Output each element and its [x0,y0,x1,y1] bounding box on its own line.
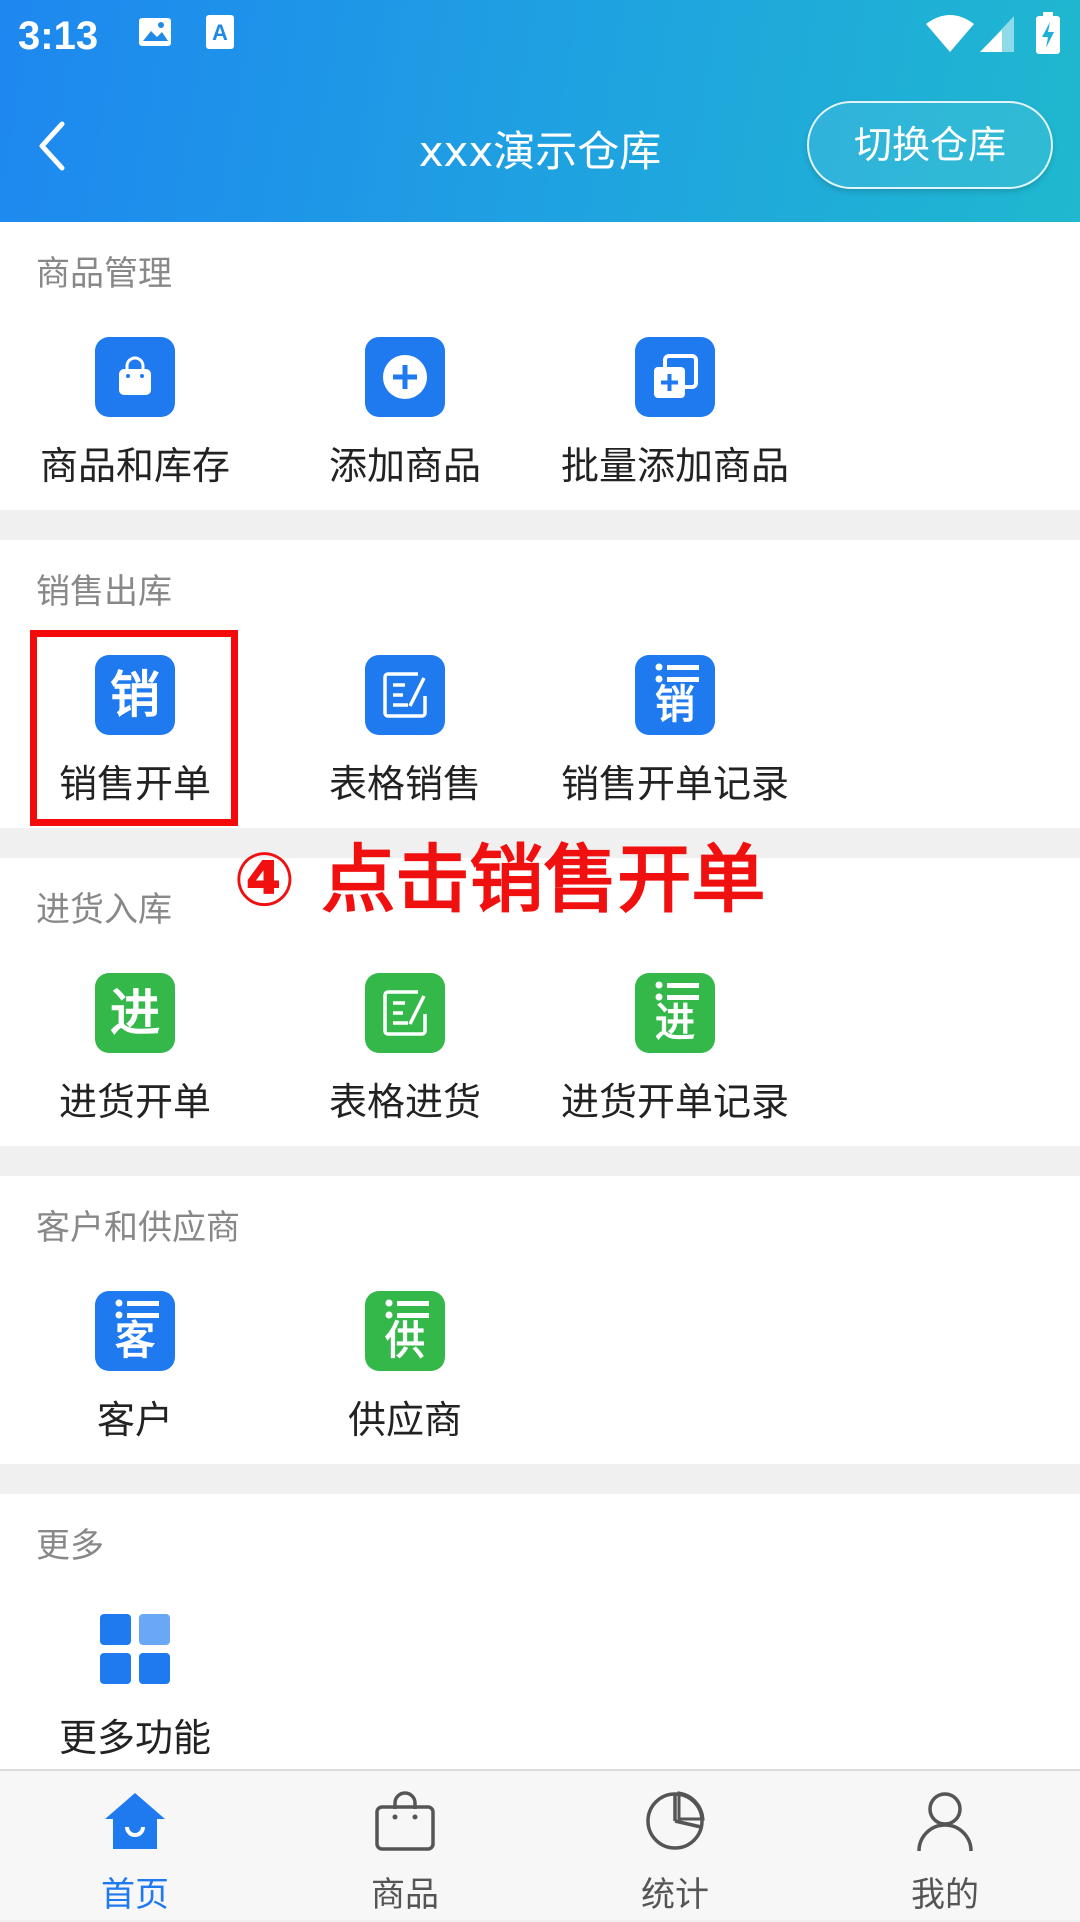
wifi-icon [926,15,974,52]
image-notification-icon [139,18,171,46]
section-goods-management: 商品管理 商品和库存 添加商品 批量添加商品 [0,222,1080,510]
add-circle-icon [365,337,445,417]
tile-label: 进货开单记录 [560,1080,789,1124]
section-title: 销售出库 [36,572,172,612]
switch-warehouse-button[interactable]: 切换仓库 [807,101,1053,189]
more-functions-button[interactable]: 更多功能 [0,1609,270,1779]
purchase-order-button[interactable]: 进 进货开单 [0,973,270,1143]
section-customers-suppliers: 客户和供应商 客 客户 供 供应商 [0,1176,1080,1464]
home-icon [105,1793,165,1849]
tab-label: 商品 [371,1875,439,1915]
app-header: 3:13 A xxx演示仓库 切换仓库 [0,0,1080,222]
purchase-order-icon: 进 [95,973,175,1053]
batch-add-goods-button[interactable]: 批量添加商品 [540,337,810,507]
status-time: 3:13 [18,14,99,58]
supplier-icon: 供 [365,1291,445,1371]
tab-label: 首页 [101,1875,169,1915]
tab-statistics[interactable]: 统计 [540,1771,810,1922]
annotation-text: ④ 点击销售开单 [233,837,766,923]
supplier-button[interactable]: 供 供应商 [270,1291,540,1461]
bag-icon [375,1791,435,1851]
tile-label: 客户 [96,1398,173,1442]
app-notification-icon: A [206,15,234,49]
table-sales-button[interactable]: 表格销售 [270,655,540,825]
highlight-box [30,630,238,826]
user-icon [917,1792,973,1852]
customer-button[interactable]: 客 客户 [0,1291,270,1461]
section-title: 客户和供应商 [36,1208,240,1248]
tab-mine[interactable]: 我的 [810,1771,1080,1922]
table-purchase-button[interactable]: 表格进货 [270,973,540,1143]
tile-label: 供应商 [347,1398,462,1442]
tile-label: 表格进货 [328,1080,481,1124]
tile-label: 添加商品 [328,444,481,488]
section-title: 进货入库 [36,890,172,930]
sales-record-icon: 销 [635,655,715,735]
grid-icon [95,1609,175,1689]
tile-label: 进货开单 [58,1080,211,1124]
section-title: 商品管理 [36,254,172,294]
battery-icon [1036,12,1060,54]
section-title: 更多 [36,1526,104,1566]
section-more: 更多 更多功能 [0,1494,1080,1769]
tile-label: 更多功能 [58,1716,211,1760]
batch-add-icon [635,337,715,417]
tab-goods[interactable]: 商品 [270,1771,540,1922]
customer-icon: 客 [95,1291,175,1371]
shopping-bag-icon [95,337,175,417]
table-edit-icon [365,973,445,1053]
bottom-tab-bar: 首页 商品 统计 我的 [0,1769,1080,1920]
tile-label: 批量添加商品 [560,444,789,488]
add-goods-button[interactable]: 添加商品 [270,337,540,507]
tile-label: 商品和库存 [39,444,230,488]
tab-label: 统计 [641,1875,709,1915]
svg-text:A: A [212,20,228,45]
pie-chart-icon [646,1791,705,1850]
cell-signal-icon [980,16,1014,52]
tile-label: 表格销售 [328,762,481,806]
table-edit-icon [365,655,445,735]
goods-inventory-button[interactable]: 商品和库存 [0,337,270,507]
tile-label: 销售开单记录 [560,762,789,806]
tab-home[interactable]: 首页 [0,1771,270,1922]
purchase-record-icon: 进 [635,973,715,1053]
sales-record-button[interactable]: 销 销售开单记录 [540,655,810,825]
tab-label: 我的 [911,1875,979,1915]
purchase-record-button[interactable]: 进 进货开单记录 [540,973,810,1143]
